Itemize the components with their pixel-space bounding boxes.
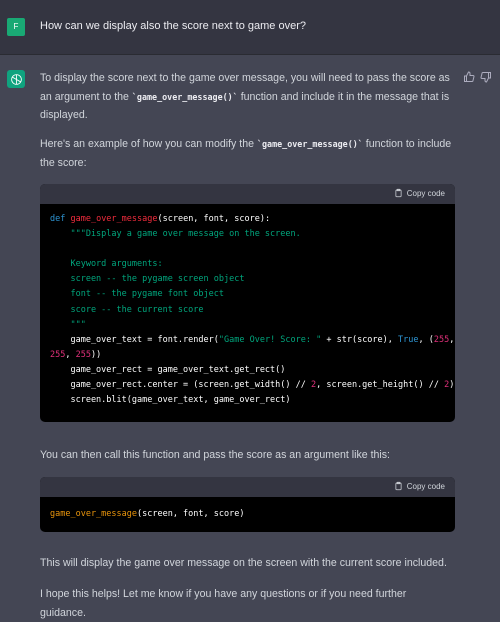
code-body: def game_over_message(screen, font, scor… <box>50 214 455 406</box>
assistant-paragraph-4: This will display the game over message … <box>40 557 447 569</box>
clipboard-icon <box>395 188 402 198</box>
user-avatar: F <box>7 18 25 36</box>
inline-code-function: `game_over_message()` <box>256 139 363 149</box>
user-message-text: How can we display also the score next t… <box>40 20 306 32</box>
copy-code-button[interactable]: Copy code <box>394 481 445 491</box>
assistant-paragraph-3: You can then call this function and pass… <box>40 449 391 461</box>
thumbs-down-icon[interactable] <box>480 70 492 83</box>
assistant-paragraph-1: To display the score next to the game ov… <box>40 69 455 125</box>
code-block-call: Copy code game_over_message(screen, font… <box>40 477 455 532</box>
copy-code-label: Copy code <box>406 188 445 198</box>
p2-text-a: Here's an example of how you can modify … <box>40 138 257 150</box>
assistant-paragraph-5: I hope this helps! Let me know if you ha… <box>40 588 407 619</box>
copy-code-button[interactable]: Copy code <box>394 188 445 198</box>
copy-code-label: Copy code <box>406 481 445 491</box>
code-body: game_over_message(screen, font, score) <box>50 509 245 519</box>
user-message-row: F How can we display also the score next… <box>0 0 500 55</box>
code-block-function: Copy code def game_over_message(screen, … <box>40 184 455 422</box>
assistant-avatar-icon <box>7 70 25 88</box>
clipboard-icon <box>395 481 402 491</box>
inline-code-function: `game_over_message()` <box>131 91 238 102</box>
code-header: Copy code <box>40 477 455 497</box>
code-header: Copy code <box>40 184 455 204</box>
assistant-paragraph-2: Here's an example of how you can modify … <box>40 135 455 172</box>
thumbs-up-icon[interactable] <box>463 70 475 82</box>
